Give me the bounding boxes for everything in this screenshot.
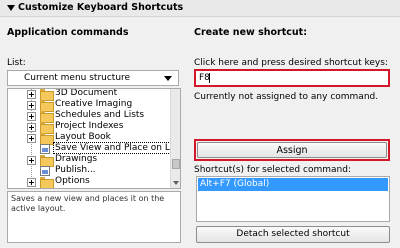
- list-select[interactable]: Current menu structure: [7, 70, 179, 86]
- folder-icon: [40, 111, 54, 123]
- tree-item-label: Options: [55, 176, 90, 186]
- tree-item-label: Layout Book: [55, 132, 111, 142]
- folder-icon: [40, 177, 54, 188]
- list-item[interactable]: Alt+F7 (Global): [198, 178, 388, 191]
- scroll-down-arrow-icon[interactable]: [173, 181, 179, 185]
- tree-item-label: Project Indexes: [55, 121, 124, 131]
- expand-icon[interactable]: [27, 112, 36, 121]
- collapse-triangle-icon[interactable]: [7, 5, 15, 11]
- tree-item[interactable]: Drawings: [8, 154, 171, 167]
- tree-item[interactable]: 3D Document: [8, 89, 171, 101]
- text-caret: [209, 73, 210, 83]
- publish-icon: [40, 166, 50, 176]
- expand-icon[interactable]: [27, 178, 36, 187]
- assign-button-label: Assign: [197, 142, 387, 158]
- tree-item-label: Publish...: [55, 165, 96, 175]
- create-shortcut-heading: Create new shortcut:: [194, 27, 307, 38]
- tree-item-label: Creative Imaging: [55, 99, 133, 109]
- folder-icon: [40, 122, 54, 134]
- expand-icon[interactable]: [27, 123, 36, 132]
- tree-item-label: Drawings: [55, 154, 98, 164]
- section-header[interactable]: Customize Keyboard Shortcuts: [0, 0, 400, 17]
- folder-icon: [40, 100, 54, 112]
- folder-icon: [40, 89, 54, 101]
- shortcut-instruction: Click here and press desired shortcut ke…: [194, 58, 388, 68]
- tree-item-label: Save View and Place on Layout: [52, 142, 171, 154]
- scrollbar-thumb[interactable]: [172, 159, 180, 169]
- shortcuts-label: Shortcut(s) for selected command:: [194, 165, 351, 175]
- list-select-value: Current menu structure: [24, 73, 131, 83]
- shortcut-keys-input[interactable]: F8: [194, 69, 390, 87]
- tree-item-label: Schedules and Lists: [55, 110, 145, 120]
- tree-item-selected[interactable]: Save View and Place on Layout: [8, 142, 171, 154]
- folder-icon: [40, 133, 54, 145]
- expand-icon[interactable]: [27, 90, 36, 99]
- detach-shortcut-button[interactable]: Detach selected shortcut: [196, 226, 390, 243]
- tree-item-label: 3D Document: [55, 89, 118, 98]
- tree-item[interactable]: Options: [8, 176, 171, 188]
- document-icon: [40, 144, 50, 154]
- list-label: List:: [7, 58, 26, 68]
- expand-icon[interactable]: [27, 134, 36, 143]
- shortcut-list[interactable]: Alt+F7 (Global): [196, 176, 390, 222]
- tree-item[interactable]: Project Indexes: [8, 121, 171, 134]
- section-title: Customize Keyboard Shortcuts: [18, 2, 184, 13]
- tree-item[interactable]: Layout Book: [8, 132, 171, 145]
- tree-item[interactable]: Publish...: [8, 165, 171, 176]
- application-commands-heading: Application commands: [7, 27, 129, 38]
- tree-scrollbar[interactable]: [170, 89, 180, 188]
- tree-item[interactable]: Schedules and Lists: [8, 110, 171, 123]
- command-description: Saves a new view and places it on the ac…: [7, 191, 181, 243]
- assign-button[interactable]: Assign: [194, 139, 390, 161]
- tree-item[interactable]: Creative Imaging: [8, 99, 171, 112]
- folder-icon: [40, 155, 54, 167]
- chevron-down-icon[interactable]: [164, 76, 172, 81]
- expand-icon[interactable]: [27, 101, 36, 110]
- commands-tree[interactable]: 3D Document Creative Imaging Schedules a…: [7, 88, 181, 189]
- assignment-status: Currently not assigned to any command.: [194, 92, 379, 102]
- expand-icon[interactable]: [27, 156, 36, 165]
